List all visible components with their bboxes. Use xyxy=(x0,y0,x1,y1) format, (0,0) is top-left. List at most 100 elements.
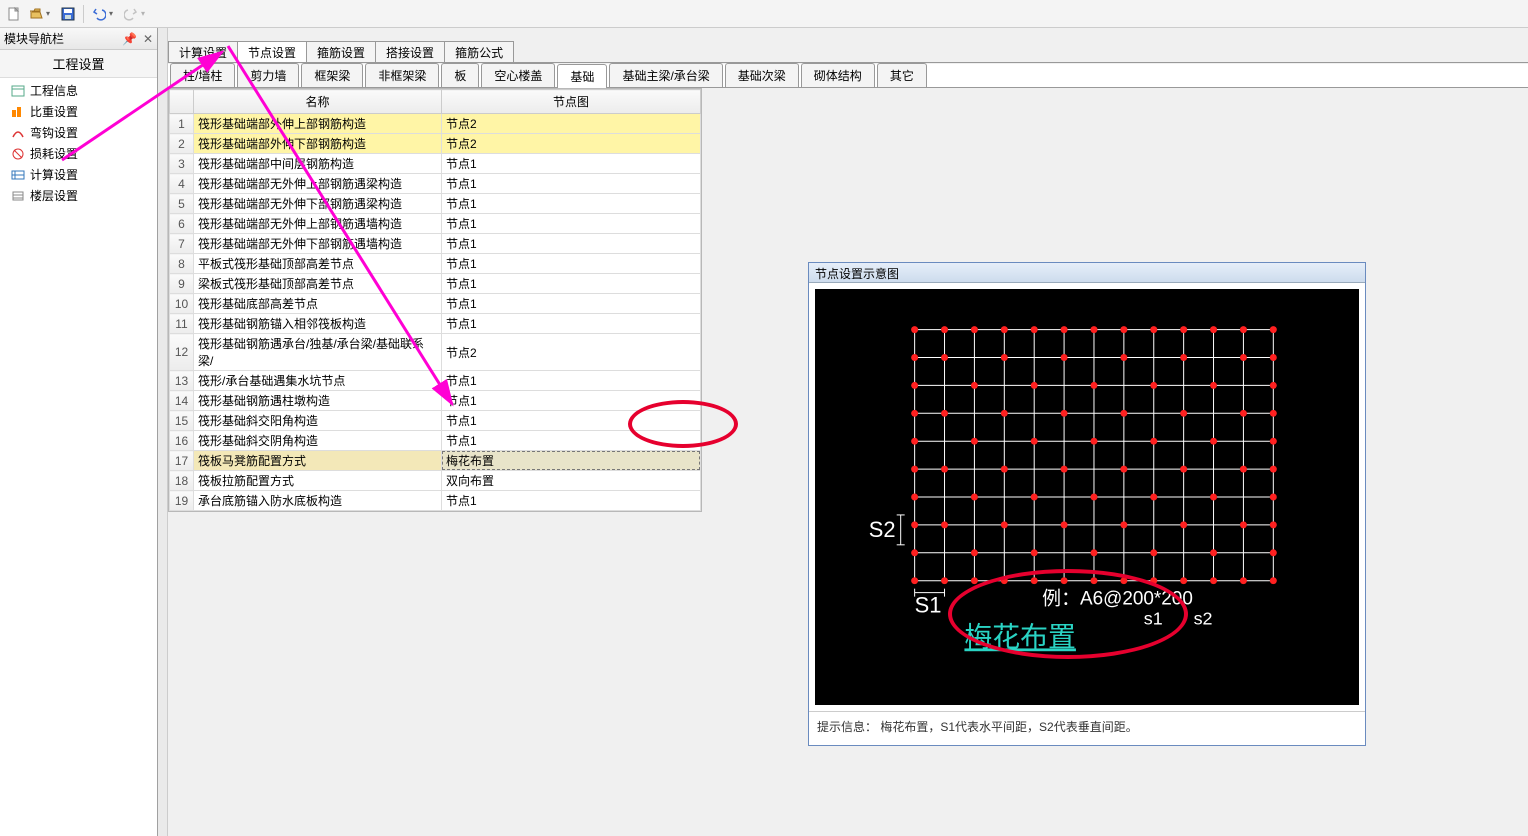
row-name[interactable]: 筏形基础端部外伸上部钢筋构造 xyxy=(194,114,442,134)
col-name[interactable]: 名称 xyxy=(194,90,442,114)
sidebar-item-2[interactable]: 弯钩设置 xyxy=(0,122,157,143)
sub-tab-10[interactable]: 其它 xyxy=(877,63,927,87)
row-name[interactable]: 筏形基础钢筋遇承台/独基/承台梁/基础联系梁/ xyxy=(194,334,442,371)
row-number: 6 xyxy=(170,214,194,234)
row-name[interactable]: 承台底筋锚入防水底板构造 xyxy=(194,491,442,511)
table-row[interactable]: 16筏形基础斜交阴角构造节点1 xyxy=(170,431,701,451)
row-name[interactable]: 平板式筏形基础顶部高差节点 xyxy=(194,254,442,274)
row-value[interactable]: 梅花布置 xyxy=(442,451,701,471)
table-row[interactable]: 15筏形基础斜交阳角构造节点1 xyxy=(170,411,701,431)
row-value[interactable]: 节点1 xyxy=(442,194,701,214)
row-number: 7 xyxy=(170,234,194,254)
row-name[interactable]: 筏形基础钢筋遇柱墩构造 xyxy=(194,391,442,411)
row-value[interactable]: 节点1 xyxy=(442,371,701,391)
row-value[interactable]: 节点1 xyxy=(442,294,701,314)
table-row[interactable]: 6筏形基础端部无外伸上部钢筋遇墙构造节点1 xyxy=(170,214,701,234)
sub-s2: s2 xyxy=(1194,609,1213,629)
sidebar-item-3[interactable]: 损耗设置 xyxy=(0,143,157,164)
row-value[interactable]: 节点1 xyxy=(442,411,701,431)
row-value[interactable]: 节点1 xyxy=(442,234,701,254)
row-value[interactable]: 双向布置 xyxy=(442,471,701,491)
settings-table: 名称 节点图 1筏形基础端部外伸上部钢筋构造节点22筏形基础端部外伸下部钢筋构造… xyxy=(168,88,702,512)
redo-dropdown-icon[interactable]: ▾ xyxy=(141,9,151,18)
sub-tab-2[interactable]: 框架梁 xyxy=(301,63,363,87)
row-value[interactable]: 节点2 xyxy=(442,114,701,134)
row-name[interactable]: 梁板式筏形基础顶部高差节点 xyxy=(194,274,442,294)
table-row[interactable]: 5筏形基础端部无外伸下部钢筋遇梁构造节点1 xyxy=(170,194,701,214)
row-name[interactable]: 筏形基础端部无外伸下部钢筋遇梁构造 xyxy=(194,194,442,214)
row-name[interactable]: 筏形基础底部高差节点 xyxy=(194,294,442,314)
row-value[interactable]: 节点2 xyxy=(442,134,701,154)
row-name[interactable]: 筏形基础端部无外伸下部钢筋遇墙构造 xyxy=(194,234,442,254)
table-row[interactable]: 18筏板拉筋配置方式双向布置 xyxy=(170,471,701,491)
table-row[interactable]: 19承台底筋锚入防水底板构造节点1 xyxy=(170,491,701,511)
sub-tab-4[interactable]: 板 xyxy=(441,63,479,87)
table-row[interactable]: 8平板式筏形基础顶部高差节点节点1 xyxy=(170,254,701,274)
row-value[interactable]: 节点1 xyxy=(442,491,701,511)
sidebar-item-5[interactable]: 楼层设置 xyxy=(0,185,157,206)
table-row[interactable]: 2筏形基础端部外伸下部钢筋构造节点2 xyxy=(170,134,701,154)
row-value[interactable]: 节点1 xyxy=(442,431,701,451)
row-name[interactable]: 筏形基础斜交阴角构造 xyxy=(194,431,442,451)
sub-tab-7[interactable]: 基础主梁/承台梁 xyxy=(609,63,722,87)
sub-tab-3[interactable]: 非框架梁 xyxy=(365,63,439,87)
table-row[interactable]: 10筏形基础底部高差节点节点1 xyxy=(170,294,701,314)
open-dropdown-icon[interactable]: ▾ xyxy=(46,9,56,18)
sub-tab-1[interactable]: 剪力墙 xyxy=(237,63,299,87)
row-name[interactable]: 筏形基础钢筋锚入相邻筏板构造 xyxy=(194,314,442,334)
pane-splitter[interactable] xyxy=(158,28,168,836)
sub-tab-9[interactable]: 砌体结构 xyxy=(801,63,875,87)
upper-tab-1[interactable]: 节点设置 xyxy=(237,41,307,62)
row-value[interactable]: 节点1 xyxy=(442,391,701,411)
sub-tab-5[interactable]: 空心楼盖 xyxy=(481,63,555,87)
upper-tab-4[interactable]: 箍筋公式 xyxy=(444,41,514,62)
row-value[interactable]: 节点1 xyxy=(442,154,701,174)
table-row[interactable]: 13筏形/承台基础遇集水坑节点节点1 xyxy=(170,371,701,391)
col-node[interactable]: 节点图 xyxy=(442,90,701,114)
row-name[interactable]: 筏形/承台基础遇集水坑节点 xyxy=(194,371,442,391)
sub-tab-8[interactable]: 基础次梁 xyxy=(725,63,799,87)
sidebar-close-icon[interactable]: ✕ xyxy=(143,32,153,46)
pin-icon[interactable]: 📌 xyxy=(122,32,137,46)
upper-tab-0[interactable]: 计算设置 xyxy=(168,41,238,62)
preview-canvas: S2 S1 例：A6@200*200 s1 s2 梅花布置 xyxy=(815,289,1359,705)
upper-tab-2[interactable]: 箍筋设置 xyxy=(306,41,376,62)
undo-icon[interactable] xyxy=(89,4,109,24)
redo-icon[interactable] xyxy=(121,4,141,24)
table-row[interactable]: 9梁板式筏形基础顶部高差节点节点1 xyxy=(170,274,701,294)
sidebar-item-4[interactable]: 计算设置 xyxy=(0,164,157,185)
table-row[interactable]: 4筏形基础端部无外伸上部钢筋遇梁构造节点1 xyxy=(170,174,701,194)
row-name[interactable]: 筏形基础端部无外伸上部钢筋遇墙构造 xyxy=(194,214,442,234)
row-value[interactable]: 节点1 xyxy=(442,274,701,294)
row-header-blank xyxy=(170,90,194,114)
row-value[interactable]: 节点1 xyxy=(442,214,701,234)
sidebar-item-1[interactable]: 比重设置 xyxy=(0,101,157,122)
undo-dropdown-icon[interactable]: ▾ xyxy=(109,9,119,18)
sidebar-item-0[interactable]: 工程信息 xyxy=(0,80,157,101)
sub-tab-0[interactable]: 柱/墙柱 xyxy=(170,63,235,87)
row-value[interactable]: 节点1 xyxy=(442,314,701,334)
table-row[interactable]: 7筏形基础端部无外伸下部钢筋遇墙构造节点1 xyxy=(170,234,701,254)
sub-tab-6[interactable]: 基础 xyxy=(557,64,607,88)
row-number: 9 xyxy=(170,274,194,294)
row-name[interactable]: 筏板拉筋配置方式 xyxy=(194,471,442,491)
table-row[interactable]: 11筏形基础钢筋锚入相邻筏板构造节点1 xyxy=(170,314,701,334)
row-value[interactable]: 节点1 xyxy=(442,254,701,274)
row-value[interactable]: 节点2 xyxy=(442,334,701,371)
save-icon[interactable] xyxy=(58,4,78,24)
row-name[interactable]: 筏板马凳筋配置方式 xyxy=(194,451,442,471)
preview-title: 节点设置示意图 xyxy=(809,263,1365,283)
upper-tab-3[interactable]: 搭接设置 xyxy=(375,41,445,62)
row-name[interactable]: 筏形基础端部无外伸上部钢筋遇梁构造 xyxy=(194,174,442,194)
open-icon[interactable] xyxy=(26,4,46,24)
row-name[interactable]: 筏形基础端部中间层钢筋构造 xyxy=(194,154,442,174)
table-row[interactable]: 17筏板马凳筋配置方式梅花布置 xyxy=(170,451,701,471)
row-name[interactable]: 筏形基础斜交阳角构造 xyxy=(194,411,442,431)
new-icon[interactable] xyxy=(4,4,24,24)
table-row[interactable]: 1筏形基础端部外伸上部钢筋构造节点2 xyxy=(170,114,701,134)
table-row[interactable]: 3筏形基础端部中间层钢筋构造节点1 xyxy=(170,154,701,174)
table-row[interactable]: 12筏形基础钢筋遇承台/独基/承台梁/基础联系梁/节点2 xyxy=(170,334,701,371)
row-value[interactable]: 节点1 xyxy=(442,174,701,194)
row-name[interactable]: 筏形基础端部外伸下部钢筋构造 xyxy=(194,134,442,154)
table-row[interactable]: 14筏形基础钢筋遇柱墩构造节点1 xyxy=(170,391,701,411)
